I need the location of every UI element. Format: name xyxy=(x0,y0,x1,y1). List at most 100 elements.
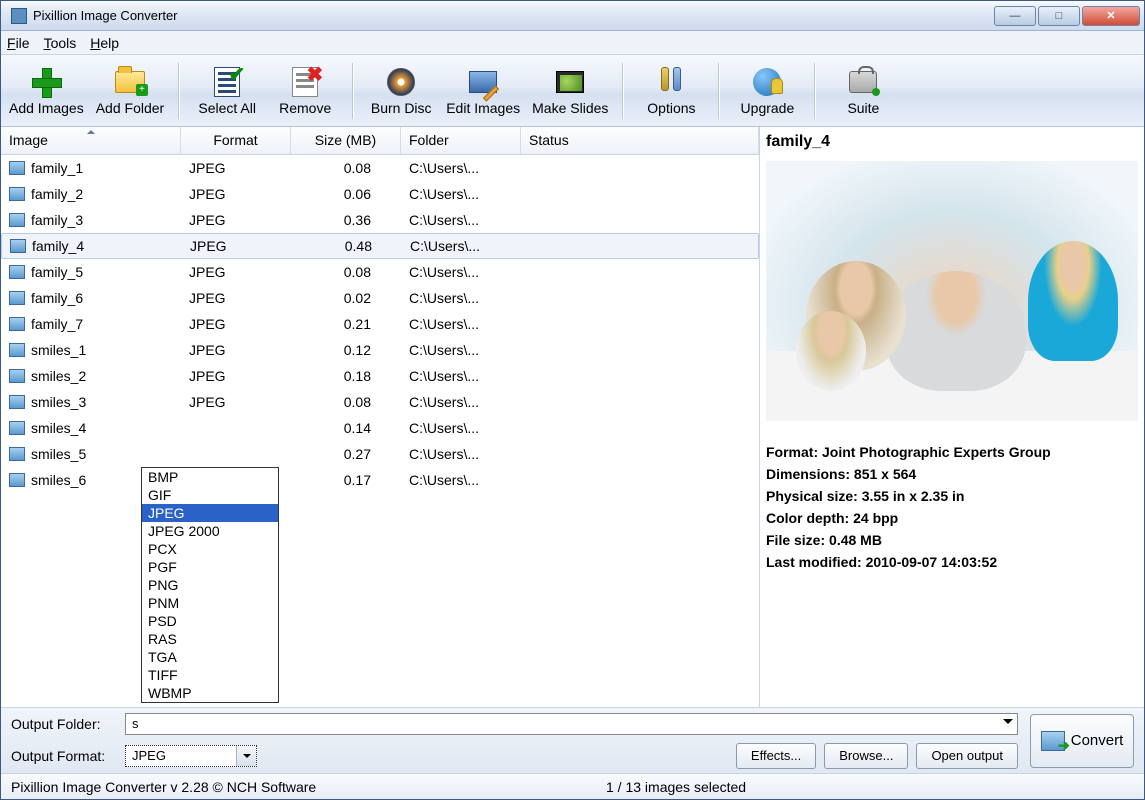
file-folder: C:\Users\... xyxy=(401,316,521,332)
options-button[interactable]: Options xyxy=(632,57,710,125)
burn-disc-button[interactable]: Burn Disc xyxy=(362,57,440,125)
open-output-button[interactable]: Open output xyxy=(916,743,1018,769)
file-name: family_6 xyxy=(31,290,83,306)
output-folder-label: Output Folder: xyxy=(11,716,117,732)
folder-plus-icon xyxy=(115,71,145,93)
table-row[interactable]: smiles_40.14C:\Users\... xyxy=(1,415,759,441)
image-thumb-icon xyxy=(9,447,25,461)
maximize-button[interactable]: □ xyxy=(1038,6,1080,26)
format-option[interactable]: JPEG xyxy=(142,504,278,522)
file-folder: C:\Users\... xyxy=(401,342,521,358)
output-format-select[interactable]: JPEG xyxy=(125,745,257,767)
table-row[interactable]: smiles_50.27C:\Users\... xyxy=(1,441,759,467)
preview-physical-size: Physical size: 3.55 in x 2.35 in xyxy=(766,485,1138,507)
col-size[interactable]: Size (MB) xyxy=(291,127,401,154)
file-size: 0.48 xyxy=(292,238,402,254)
menu-help[interactable]: Help xyxy=(90,35,119,51)
select-all-icon xyxy=(214,67,240,97)
menu-tools[interactable]: Tools xyxy=(44,35,77,51)
col-format[interactable]: Format xyxy=(181,127,291,154)
file-folder: C:\Users\... xyxy=(401,472,521,488)
table-row[interactable]: smiles_3JPEG0.08C:\Users\... xyxy=(1,389,759,415)
remove-button[interactable]: Remove xyxy=(266,57,344,125)
chevron-down-icon[interactable] xyxy=(236,746,256,766)
menu-file[interactable]: File xyxy=(7,35,30,51)
col-status[interactable]: Status xyxy=(521,127,759,154)
file-list: Image Format Size (MB) Folder Status fam… xyxy=(1,127,759,707)
table-row[interactable]: family_6JPEG0.02C:\Users\... xyxy=(1,285,759,311)
format-option[interactable]: PNG xyxy=(142,576,278,594)
slides-icon xyxy=(556,71,584,93)
col-folder[interactable]: Folder xyxy=(401,127,521,154)
table-row[interactable]: smiles_2JPEG0.18C:\Users\... xyxy=(1,363,759,389)
file-format: JPEG xyxy=(181,160,291,176)
format-dropdown-popup[interactable]: BMPGIFJPEGJPEG 2000PCXPGFPNGPNMPSDRASTGA… xyxy=(141,467,279,703)
file-size: 0.14 xyxy=(291,420,401,436)
file-format: JPEG xyxy=(182,238,292,254)
image-thumb-icon xyxy=(9,317,25,331)
add-folder-button[interactable]: Add Folder xyxy=(90,57,170,125)
format-option[interactable]: JPEG 2000 xyxy=(142,522,278,540)
file-name: smiles_6 xyxy=(31,472,86,488)
chevron-down-icon[interactable] xyxy=(1003,719,1013,729)
table-row[interactable]: family_3JPEG0.36C:\Users\... xyxy=(1,207,759,233)
table-row[interactable]: family_5JPEG0.08C:\Users\... xyxy=(1,259,759,285)
file-format: JPEG xyxy=(181,186,291,202)
table-row[interactable]: family_7JPEG0.21C:\Users\... xyxy=(1,311,759,337)
minimize-button[interactable]: — xyxy=(994,6,1036,26)
format-option[interactable]: WBMP xyxy=(142,684,278,702)
format-option[interactable]: PNM xyxy=(142,594,278,612)
format-option[interactable]: PGF xyxy=(142,558,278,576)
format-option[interactable]: PSD xyxy=(142,612,278,630)
output-folder-field[interactable]: s xyxy=(125,713,1018,735)
image-thumb-icon xyxy=(9,291,25,305)
effects-button[interactable]: Effects... xyxy=(736,743,816,769)
bottom-bar: Output Folder: s Output Format: JPEG Eff… xyxy=(1,707,1144,773)
image-thumb-icon xyxy=(9,161,25,175)
file-name: family_2 xyxy=(31,186,83,202)
file-size: 0.02 xyxy=(291,290,401,306)
edit-images-button[interactable]: Edit Images xyxy=(440,57,526,125)
col-image[interactable]: Image xyxy=(1,127,181,154)
file-size: 0.12 xyxy=(291,342,401,358)
file-format: JPEG xyxy=(181,264,291,280)
format-option[interactable]: BMP xyxy=(142,468,278,486)
format-option[interactable]: TIFF xyxy=(142,666,278,684)
image-thumb-icon xyxy=(9,369,25,383)
table-row[interactable]: smiles_60.17C:\Users\... xyxy=(1,467,759,493)
file-name: smiles_2 xyxy=(31,368,86,384)
upgrade-button[interactable]: Upgrade xyxy=(728,57,806,125)
table-row[interactable]: smiles_1JPEG0.12C:\Users\... xyxy=(1,337,759,363)
format-option[interactable]: RAS xyxy=(142,630,278,648)
file-format: JPEG xyxy=(181,368,291,384)
table-row[interactable]: family_4JPEG0.48C:\Users\... xyxy=(1,233,759,259)
table-row[interactable]: family_1JPEG0.08C:\Users\... xyxy=(1,155,759,181)
file-name: smiles_3 xyxy=(31,394,86,410)
suite-button[interactable]: Suite xyxy=(824,57,902,125)
file-folder: C:\Users\... xyxy=(401,212,521,228)
convert-button[interactable]: Convert xyxy=(1030,714,1134,768)
browse-button[interactable]: Browse... xyxy=(824,743,908,769)
preview-format: Format: Joint Photographic Experts Group xyxy=(766,441,1138,463)
image-thumb-icon xyxy=(10,239,26,253)
file-folder: C:\Users\... xyxy=(401,160,521,176)
make-slides-button[interactable]: Make Slides xyxy=(526,57,614,125)
add-images-button[interactable]: Add Images xyxy=(3,57,90,125)
disc-icon xyxy=(387,68,415,96)
file-format: JPEG xyxy=(181,212,291,228)
image-thumb-icon xyxy=(9,187,25,201)
file-size: 0.08 xyxy=(291,264,401,280)
format-option[interactable]: GIF xyxy=(142,486,278,504)
table-row[interactable]: family_2JPEG0.06C:\Users\... xyxy=(1,181,759,207)
preview-dimensions: Dimensions: 851 x 564 xyxy=(766,463,1138,485)
file-name: smiles_1 xyxy=(31,342,86,358)
remove-icon xyxy=(292,67,318,97)
file-name: smiles_4 xyxy=(31,420,86,436)
file-name: family_5 xyxy=(31,264,83,280)
select-all-button[interactable]: Select All xyxy=(188,57,266,125)
image-thumb-icon xyxy=(9,213,25,227)
format-option[interactable]: PCX xyxy=(142,540,278,558)
close-button[interactable]: ✕ xyxy=(1082,6,1140,26)
output-format-label: Output Format: xyxy=(11,748,117,764)
format-option[interactable]: TGA xyxy=(142,648,278,666)
